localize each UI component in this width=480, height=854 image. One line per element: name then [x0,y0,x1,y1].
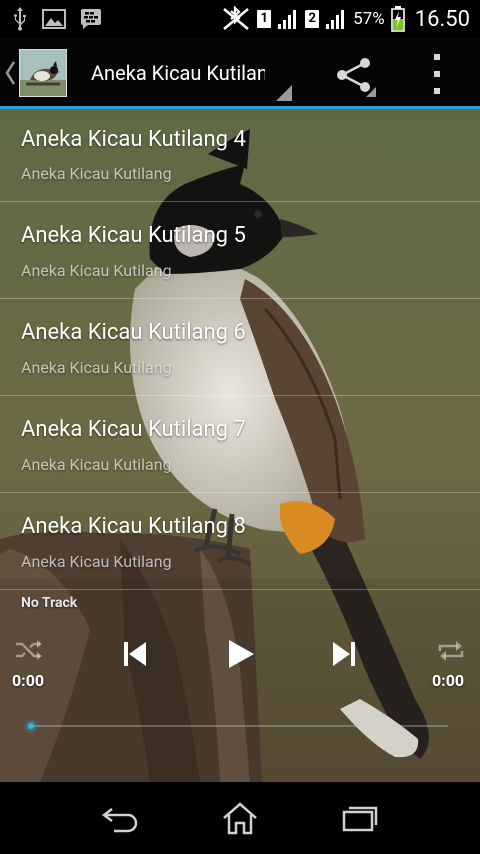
track-title: Aneka Kicau Kutilang 5 [21,223,246,248]
chevron-left-icon[interactable] [4,60,16,86]
next-icon[interactable] [331,640,357,668]
usb-icon [14,7,26,31]
track-title: Aneka Kicau Kutilang 4 [21,127,246,152]
image-icon [42,9,66,29]
seek-bar[interactable] [30,725,448,727]
seek-thumb[interactable] [28,723,34,729]
bird-thumbnail-icon [20,50,66,96]
home-icon[interactable] [210,796,270,840]
bbm-icon [81,9,101,29]
signal-icon [326,10,345,29]
battery-percent: 57% [353,9,385,29]
action-bar-title[interactable]: Aneka Kicau Kutilang [91,61,265,85]
shuffle-icon[interactable] [14,637,44,663]
list-item[interactable]: Aneka Kicau Kutilang 4 Aneka Kicau Kutil… [0,109,480,202]
previous-icon[interactable] [122,640,148,668]
now-playing-label: No Track [21,595,78,611]
spinner-indicator [276,85,292,101]
clock: 16.50 [414,6,470,32]
repeat-icon[interactable] [436,638,466,664]
track-title: Aneka Kicau Kutilang 7 [21,417,246,442]
track-title: Aneka Kicau Kutilang 6 [21,320,246,345]
list-item[interactable]: Aneka Kicau Kutilang 8 Aneka Kicau Kutil… [0,493,480,590]
battery-charging-icon [390,6,405,32]
track-artist: Aneka Kicau Kutilang [21,552,172,571]
track-artist: Aneka Kicau Kutilang [21,358,172,377]
sim1-badge: 1 [257,10,272,28]
list-item[interactable]: Aneka Kicau Kutilang 7 Aneka Kicau Kutil… [0,396,480,493]
status-bar: 1 2 57% 16.50 [0,0,480,38]
sim2-badge: 2 [305,10,320,28]
track-artist: Aneka Kicau Kutilang [21,261,172,280]
app-icon[interactable] [19,49,67,97]
playlist-panel: Aneka Kicau Kutilang 4 Aneka Kicau Kutil… [0,109,480,782]
navigation-bar [0,782,480,854]
total-duration: 0:00 [432,671,465,690]
track-artist: Aneka Kicau Kutilang [21,164,172,183]
share-dropdown-indicator [366,87,376,97]
elapsed-time: 0:00 [12,671,45,690]
track-title: Aneka Kicau Kutilang 8 [21,514,246,539]
play-icon[interactable] [226,638,256,670]
recent-apps-icon[interactable] [330,796,390,840]
back-icon[interactable] [90,796,150,840]
track-artist: Aneka Kicau Kutilang [21,455,172,474]
signal-icon [278,10,297,29]
bluetooth-off-icon [223,6,250,30]
list-item[interactable]: Aneka Kicau Kutilang 5 Aneka Kicau Kutil… [0,202,480,299]
overflow-menu-icon[interactable] [426,54,448,94]
list-item[interactable]: Aneka Kicau Kutilang 6 Aneka Kicau Kutil… [0,299,480,396]
track-list: Aneka Kicau Kutilang 4 Aneka Kicau Kutil… [0,109,480,590]
